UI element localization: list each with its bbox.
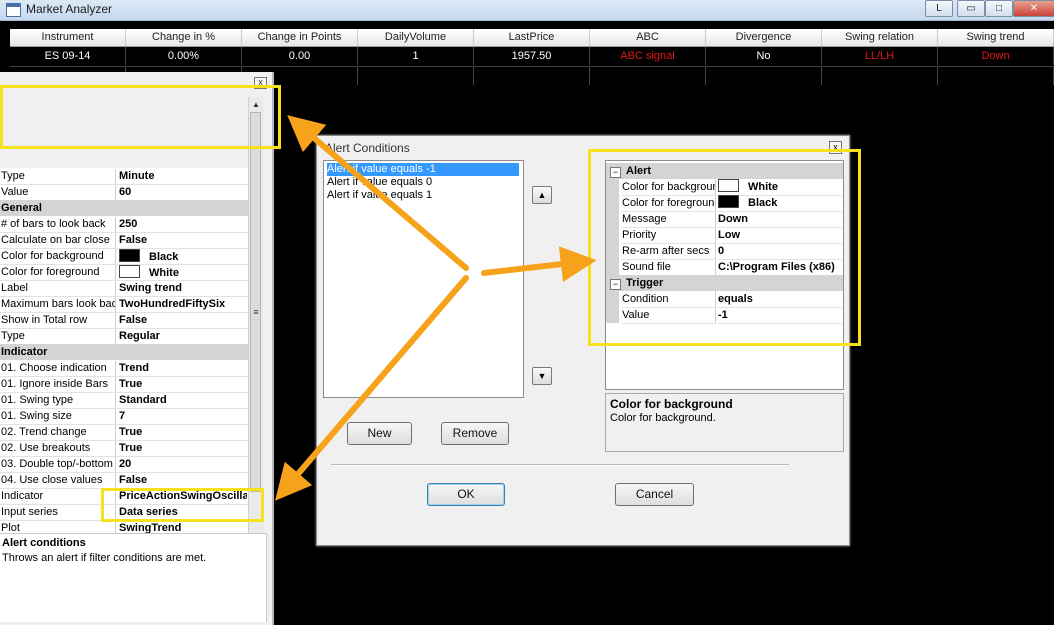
annotation-arrows (275, 115, 597, 501)
arrow-to-alert-conditions (275, 275, 469, 501)
arrow-to-timeframe (287, 115, 469, 271)
arrow-to-alert-properties (481, 246, 597, 283)
